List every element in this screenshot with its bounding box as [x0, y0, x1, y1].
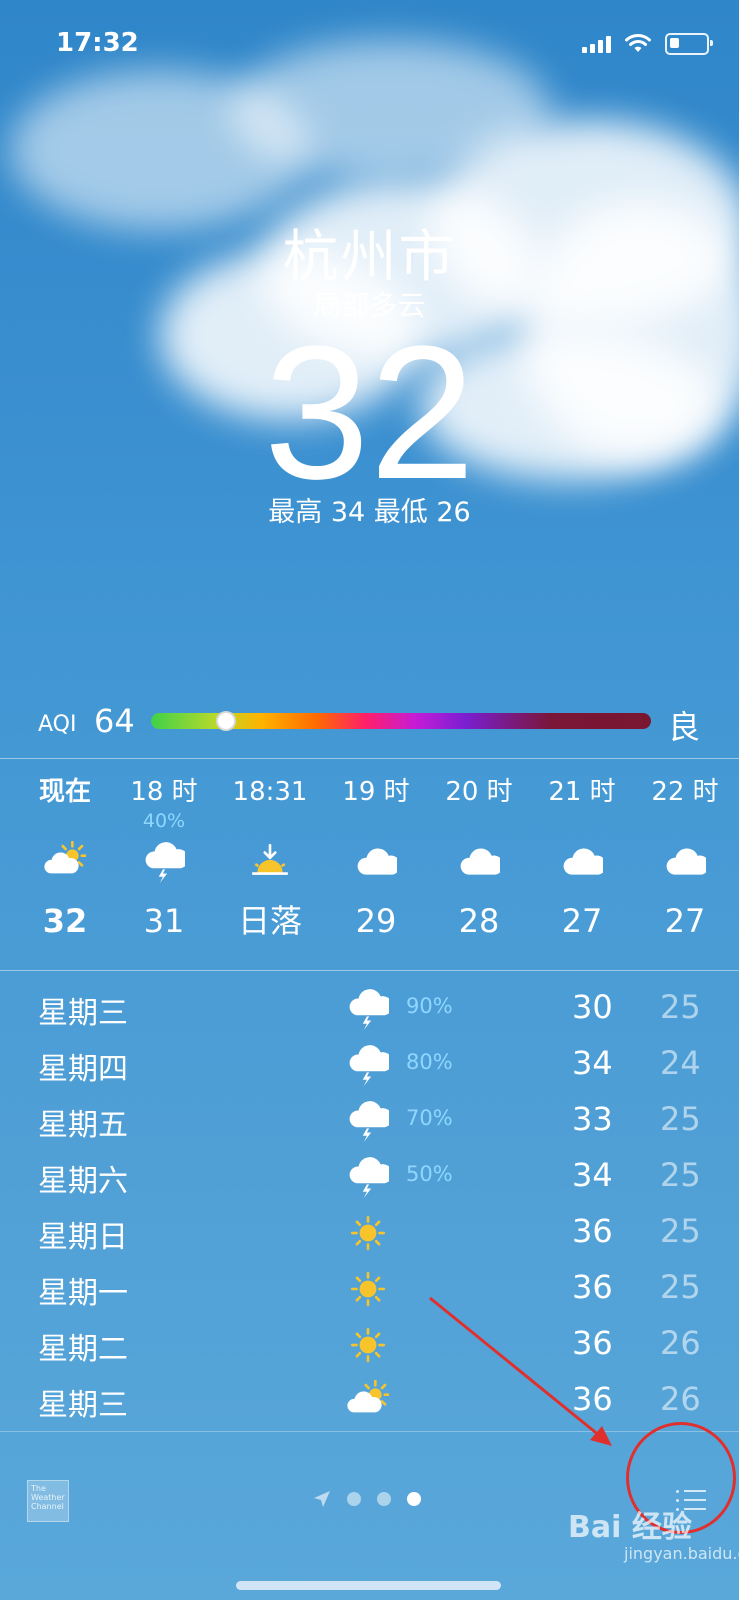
annotation-arrow: [429, 1296, 612, 1446]
watermark: Bai 经验 jingyan.baidu.com: [568, 1502, 739, 1563]
watermark-brand: Bai 经验: [568, 1510, 692, 1545]
watermark-url: jingyan.baidu.com: [624, 1544, 739, 1563]
